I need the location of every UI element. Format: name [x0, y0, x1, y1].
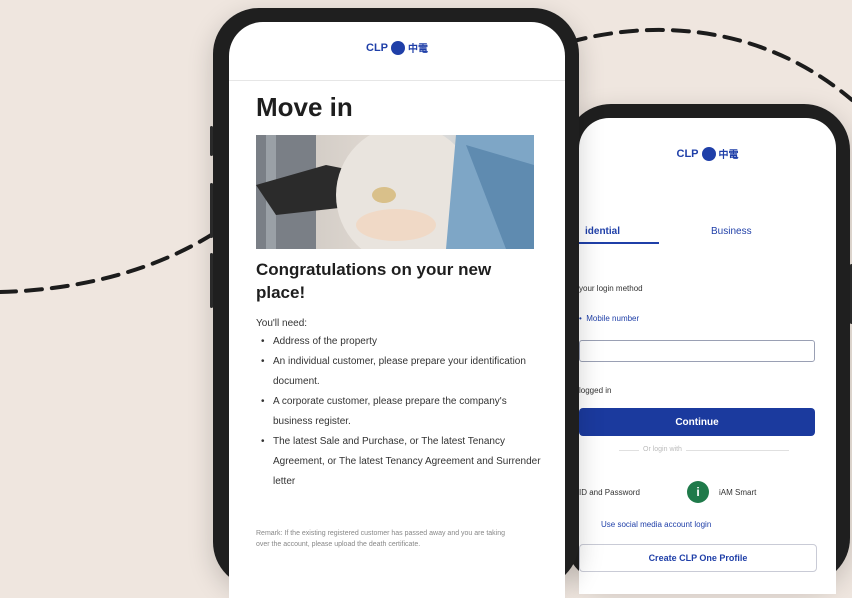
- list-item: The latest Sale and Purchase, or The lat…: [258, 432, 543, 492]
- list-item: An individual customer, please prepare y…: [258, 352, 543, 392]
- create-profile-button[interactable]: Create CLP One Profile: [579, 544, 817, 572]
- continue-button[interactable]: Continue: [579, 408, 815, 436]
- requirements-intro: You'll need:: [256, 318, 308, 329]
- app-header: CLP 中電: [229, 22, 565, 81]
- id-password-option[interactable]: ID and Password: [579, 488, 640, 497]
- or-login-with-text: Or login with: [639, 446, 686, 453]
- login-input-field[interactable]: [579, 340, 815, 362]
- clp-logo: CLP 中電: [366, 40, 428, 55]
- congratulations-heading: Congratulations on your new place!: [256, 260, 492, 302]
- move-in-screen: CLP 中電 Move in Congratulations on your ne…: [229, 22, 565, 598]
- clp-logo-icon: [391, 40, 405, 55]
- requirements-list: Address of the property An individual cu…: [258, 332, 543, 492]
- remark-note: Remark: If the existing registered custo…: [256, 530, 506, 548]
- iam-smart-icon[interactable]: i: [687, 481, 709, 503]
- clp-logo-icon: [701, 146, 716, 161]
- phone-side-button: [210, 253, 213, 308]
- login-phone: CLP 中電 idential Business your login metho…: [565, 104, 852, 594]
- iam-smart-option[interactable]: iAM Smart: [719, 488, 756, 497]
- account-type-tabs: idential Business: [579, 218, 836, 244]
- tab-business[interactable]: Business: [711, 226, 752, 237]
- key-handover-photo: [256, 135, 534, 249]
- tab-residential[interactable]: idential: [585, 226, 620, 237]
- phone-side-button: [210, 126, 213, 156]
- keep-logged-in-checkbox[interactable]: logged in: [579, 386, 611, 395]
- login-screen: CLP 中電 idential Business your login metho…: [579, 118, 836, 594]
- list-item: A corporate customer, please prepare the…: [258, 392, 543, 432]
- active-tab-underline: [579, 242, 659, 244]
- move-in-phone: CLP 中電 Move in Congratulations on your ne…: [210, 8, 579, 598]
- list-item: Address of the property: [258, 332, 543, 352]
- login-method-label: your login method: [579, 284, 643, 293]
- clp-logo: CLP 中電: [676, 146, 739, 161]
- social-login-link[interactable]: Use social media account login: [601, 520, 711, 529]
- page-title: Move in: [256, 92, 353, 122]
- phone-side-button: [210, 183, 213, 238]
- mobile-number-option[interactable]: • Mobile number: [579, 314, 639, 323]
